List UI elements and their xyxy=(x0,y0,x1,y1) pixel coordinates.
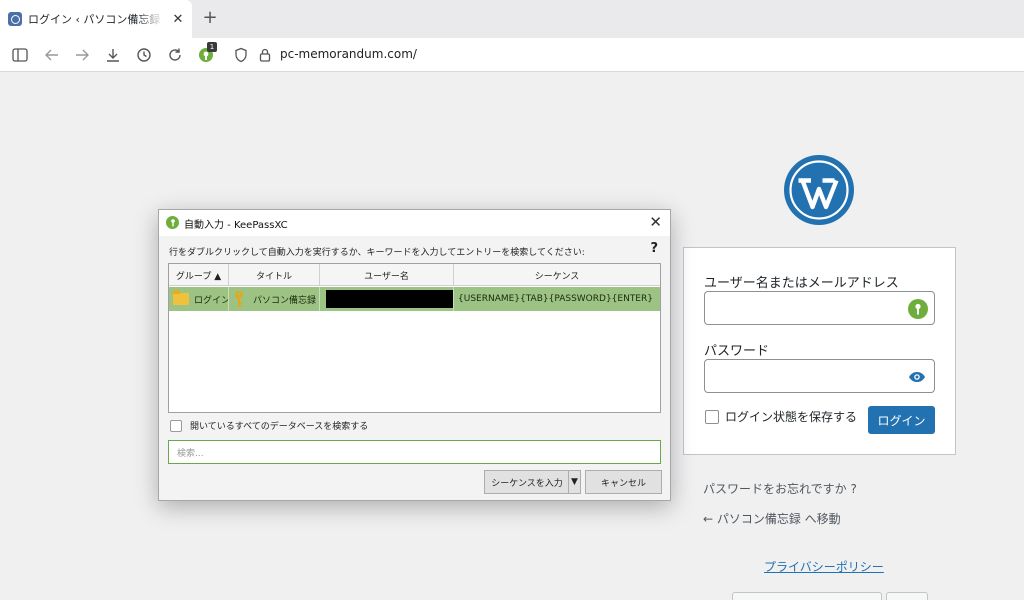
show-password-eye-icon[interactable] xyxy=(908,369,926,388)
username-label: ユーザー名またはメールアドレス xyxy=(704,276,899,291)
language-select[interactable] xyxy=(732,592,882,600)
table-row[interactable]: ログイン パソコン備忘録 {USERNAME}{TAB}{PASSWORD}{E… xyxy=(169,287,660,311)
help-icon[interactable]: ? xyxy=(650,241,658,256)
back-to-site-link[interactable]: ← パソコン備忘録 へ移動 xyxy=(703,510,841,527)
table-header: グループ ▲ タイトル ユーザー名 シーケンス xyxy=(169,264,660,286)
column-header-title[interactable]: タイトル xyxy=(229,264,320,286)
column-header-sequence[interactable]: シーケンス xyxy=(454,264,660,286)
password-input[interactable] xyxy=(704,359,935,393)
cell-group: ログイン xyxy=(169,287,229,311)
dialog-close-icon[interactable]: ✕ xyxy=(649,213,662,231)
keepassxc-fill-icon[interactable] xyxy=(908,299,928,319)
login-form: ユーザー名またはメールアドレス パスワード ログイン状態を保存する ログイン xyxy=(683,247,956,455)
browser-tab-active[interactable]: ログイン ‹ パソコン備忘録 — WordPress ✕ xyxy=(0,0,192,38)
extension-badge: 1 xyxy=(207,42,217,52)
search-all-databases-checkbox[interactable] xyxy=(170,419,182,432)
search-all-databases: 開いているすべてのデータベースを検索する xyxy=(170,419,368,432)
username-input[interactable] xyxy=(704,291,935,325)
download-icon[interactable] xyxy=(104,46,122,64)
remember-me-checkbox[interactable] xyxy=(705,409,719,424)
lost-password-link[interactable]: パスワードをお忘れですか ? xyxy=(703,480,857,497)
keepassxc-logo-icon xyxy=(166,216,179,229)
type-sequence-dropdown-icon[interactable]: ▼ xyxy=(568,470,581,494)
login-button[interactable]: ログイン xyxy=(868,406,935,434)
column-header-group[interactable]: グループ ▲ xyxy=(169,264,229,286)
search-input[interactable]: 検索... xyxy=(168,440,661,464)
address-bar-url[interactable]: pc-memorandum.com/ xyxy=(280,47,417,61)
redacted-username xyxy=(326,290,453,308)
cancel-button[interactable]: キャンセル xyxy=(585,470,662,494)
cell-sequence: {USERNAME}{TAB}{PASSWORD}{ENTER} xyxy=(458,294,653,304)
lock-icon[interactable] xyxy=(256,46,274,64)
password-label: パスワード xyxy=(704,344,770,359)
privacy-policy-link[interactable]: プライバシーポリシー xyxy=(764,558,884,575)
folder-icon xyxy=(173,290,189,305)
tab-title: ログイン ‹ パソコン備忘録 — WordPress xyxy=(28,13,164,26)
dialog-title: 自動入力 - KeePassXC xyxy=(184,220,288,231)
browser-toolbar: 1 pc-memorandum.com/ xyxy=(0,38,1024,72)
tab-close-icon[interactable]: ✕ xyxy=(170,12,186,27)
cell-title-text: パソコン備忘録 xyxy=(253,295,317,306)
column-header-username[interactable]: ユーザー名 xyxy=(320,264,454,286)
cell-title: パソコン備忘録 xyxy=(229,287,320,311)
dialog-instruction: 行をダブルクリックして自動入力を実行するか、キーワードを入力してエントリーを検索… xyxy=(169,248,585,258)
dialog-titlebar: 自動入力 - KeePassXC ✕ xyxy=(159,210,670,236)
keepassxc-extension-icon[interactable]: 1 xyxy=(197,42,217,64)
remember-me: ログイン状態を保存する xyxy=(705,408,857,425)
forward-arrow-icon[interactable] xyxy=(73,46,91,64)
type-sequence-button[interactable]: シーケンスを入力 xyxy=(484,470,569,494)
keepassxc-autotype-dialog: 自動入力 - KeePassXC ✕ 行をダブルクリックして自動入力を実行するか… xyxy=(158,209,671,501)
wordpress-favicon-icon xyxy=(8,12,22,26)
tab-strip: ログイン ‹ パソコン備忘録 — WordPress ✕ + xyxy=(0,0,1024,38)
history-clock-icon[interactable] xyxy=(135,46,153,64)
new-tab-button[interactable]: + xyxy=(200,8,220,28)
wordpress-logo-icon[interactable] xyxy=(783,154,855,226)
shield-icon[interactable] xyxy=(232,46,250,64)
language-change-button[interactable] xyxy=(886,592,928,600)
cell-group-text: ログイン xyxy=(194,295,229,306)
entry-table: グループ ▲ タイトル ユーザー名 シーケンス ログイン パソコン備忘録 {US… xyxy=(168,263,661,413)
key-icon xyxy=(233,290,245,308)
cell-username xyxy=(320,287,454,311)
reload-icon[interactable] xyxy=(166,46,184,64)
back-arrow-icon[interactable] xyxy=(43,46,61,64)
search-all-databases-label[interactable]: 開いているすべてのデータベースを検索する xyxy=(190,419,368,432)
remember-me-label[interactable]: ログイン状態を保存する xyxy=(725,408,857,425)
sidebar-toggle-icon[interactable] xyxy=(11,46,29,64)
